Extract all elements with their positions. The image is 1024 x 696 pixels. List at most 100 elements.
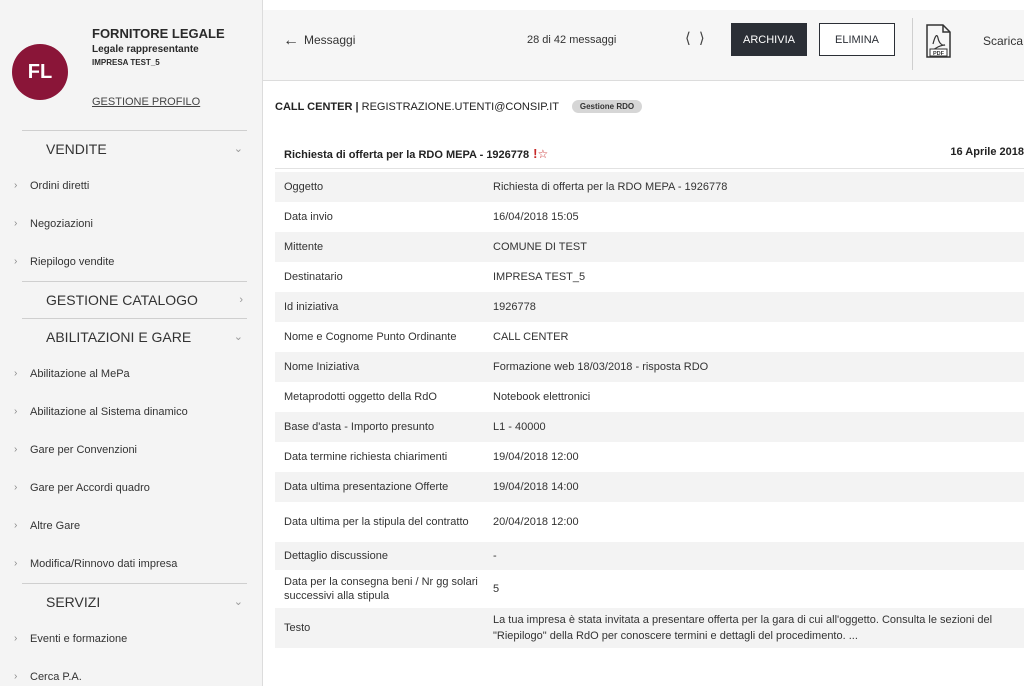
- detail-label: Dettaglio discussione: [284, 550, 388, 562]
- message-header: Richiesta di offerta per la RDO MEPA - 1…: [275, 140, 1024, 169]
- sidebar-item-negoziazioni[interactable]: › Negoziazioni: [0, 205, 262, 243]
- avatar: FL: [12, 44, 68, 100]
- chevron-right-icon: ›: [14, 482, 18, 493]
- sender-email: REGISTRAZIONE.UTENTI@CONSIP.IT: [361, 101, 559, 113]
- back-label: Messaggi: [304, 33, 356, 47]
- detail-row: Data ultima per la stipula del contratto…: [275, 502, 1024, 542]
- detail-value: 1926778: [493, 301, 536, 313]
- sidebar-item-label: Gare per Accordi quadro: [30, 482, 150, 494]
- menu-section-servizi[interactable]: SERVIZI ⌄: [22, 583, 247, 620]
- chevron-right-icon: ›: [14, 368, 18, 379]
- sidebar-item-label: Abilitazione al Sistema dinamico: [30, 406, 188, 418]
- manage-profile-link[interactable]: GESTIONE PROFILO: [92, 96, 200, 108]
- menu-section-gestione-catalogo[interactable]: GESTIONE CATALOGO ›: [22, 281, 247, 318]
- detail-value: L1 - 40000: [493, 421, 546, 433]
- detail-row: Data ultima presentazione Offerte 19/04/2…: [275, 472, 1024, 502]
- pdf-icon[interactable]: PDF: [923, 24, 953, 58]
- star-icon[interactable]: ☆: [537, 147, 548, 161]
- detail-row: Metaprodotti oggetto della RdO Notebook e…: [275, 382, 1024, 412]
- detail-value: 19/04/2018 14:00: [493, 481, 579, 493]
- detail-label: Testo: [284, 622, 311, 634]
- svg-text:PDF: PDF: [933, 51, 945, 57]
- detail-value: La tua impresa è stata invitata a presen…: [493, 614, 993, 642]
- detail-label: Data termine richiesta chiarimenti: [284, 451, 448, 463]
- sender-separator: |: [352, 101, 362, 113]
- detail-row: Data per la consegna beni / Nr gg solari…: [275, 570, 1024, 608]
- message-toolbar: ← Messaggi 28 di 42 messaggi ⟨⟩ ARCHIVIA …: [263, 10, 1024, 81]
- detail-value: 16/04/2018 15:05: [493, 211, 579, 223]
- detail-row: Mittente COMUNE DI TEST: [275, 232, 1024, 262]
- sidebar-item-label: Gare per Convenzioni: [30, 444, 138, 456]
- detail-row: Base d'asta - Importo presunto L1 - 40000: [275, 412, 1024, 442]
- detail-label: Mittente: [284, 241, 324, 253]
- sidebar-item-label: Modifica/Rinnovo dati impresa: [30, 558, 178, 570]
- sidebar-item-eventi-formazione[interactable]: › Eventi e formazione: [0, 620, 262, 658]
- archive-button[interactable]: ARCHIVIA: [731, 23, 807, 56]
- sidebar-item-riepilogo-vendite[interactable]: › Riepilogo vendite: [0, 243, 262, 281]
- sidebar-item-modifica-rinnovo[interactable]: › Modifica/Rinnovo dati impresa: [0, 545, 262, 583]
- detail-value: COMUNE DI TEST: [493, 241, 587, 253]
- message-counter: 28 di 42 messaggi: [527, 34, 617, 46]
- sidebar-item-ordini-diretti[interactable]: › Ordini diretti: [0, 167, 262, 205]
- sender-name: CALL CENTER: [275, 101, 353, 113]
- message-sender: CALL CENTER | REGISTRAZIONE.UTENTI@CONSI…: [275, 100, 643, 113]
- delete-button[interactable]: ELIMINA: [819, 23, 895, 56]
- detail-value: -: [493, 550, 497, 562]
- message-subject-wrap: Richiesta di offerta per la RDO MEPA - 1…: [284, 146, 548, 161]
- detail-row: Oggetto Richiesta di offerta per la RDO M…: [275, 172, 1024, 202]
- detail-label: Nome Iniziativa: [284, 361, 360, 373]
- back-to-messages-link[interactable]: ← Messaggi: [283, 32, 355, 50]
- category-badge: Gestione RDO: [571, 100, 643, 113]
- chevron-down-icon: ⌄: [233, 331, 243, 343]
- chevron-right-icon: ›: [14, 633, 18, 644]
- message-date: 16 Aprile 2018: [950, 146, 1024, 158]
- profile-company: IMPRESA TEST_5: [92, 58, 160, 67]
- chevron-right-icon: ›: [239, 294, 243, 306]
- sidebar-item-label: Riepilogo vendite: [30, 256, 115, 268]
- sidebar-item-abilitazione-mepa[interactable]: › Abilitazione al MePa: [0, 355, 262, 393]
- detail-value: CALL CENTER: [493, 331, 569, 343]
- sidebar-item-label: Eventi e formazione: [30, 633, 128, 645]
- sidebar-item-abilitazione-sistema-dinamico[interactable]: › Abilitazione al Sistema dinamico: [0, 393, 262, 431]
- detail-row: Testo La tua impresa è stata invitata a p…: [275, 608, 1024, 648]
- detail-label: Base d'asta - Importo presunto: [284, 421, 435, 433]
- sidebar-item-altre-gare[interactable]: › Altre Gare: [0, 507, 262, 545]
- chevron-down-icon: ⌄: [233, 596, 243, 608]
- detail-row: Data invio 16/04/2018 15:05: [275, 202, 1024, 232]
- next-message-icon[interactable]: ⟩: [699, 30, 713, 47]
- sidebar-item-label: Cerca P.A.: [30, 671, 82, 683]
- download-link[interactable]: Scarica: [983, 34, 1023, 48]
- chevron-right-icon: ›: [14, 218, 18, 229]
- previous-message-icon[interactable]: ⟨: [685, 30, 699, 47]
- detail-label: Data invio: [284, 211, 333, 223]
- detail-value: Formazione web 18/03/2018 - risposta RDO: [493, 361, 709, 373]
- sidebar-item-gare-accordi-quadro[interactable]: › Gare per Accordi quadro: [0, 469, 262, 507]
- detail-row: Id iniziativa 1926778: [275, 292, 1024, 322]
- detail-row: Data termine richiesta chiarimenti 19/04/…: [275, 442, 1024, 472]
- sidebar-item-cerca-pa[interactable]: › Cerca P.A.: [0, 658, 262, 696]
- message-subject: Richiesta di offerta per la RDO MEPA - 1…: [284, 149, 530, 161]
- chevron-right-icon: ›: [14, 256, 18, 267]
- sidebar: FL FORNITORE LEGALE Legale rappresentant…: [0, 0, 263, 686]
- sidebar-menu: VENDITE ⌄ › Ordini diretti › Negoziazioni …: [0, 130, 262, 696]
- chevron-right-icon: ›: [14, 444, 18, 455]
- detail-label: Data ultima per la stipula del contratto: [284, 516, 469, 528]
- detail-value: 5: [493, 583, 500, 595]
- detail-label: Data ultima presentazione Offerte: [284, 481, 449, 493]
- chevron-right-icon: ›: [14, 520, 18, 531]
- detail-value: 20/04/2018 12:00: [493, 516, 579, 528]
- detail-label: Data per la consegna beni / Nr gg solari…: [284, 576, 478, 602]
- profile-panel: FL FORNITORE LEGALE Legale rappresentant…: [0, 0, 262, 128]
- chevron-right-icon: ›: [14, 671, 18, 682]
- profile-role: Legale rappresentante: [92, 44, 199, 55]
- detail-label: Destinatario: [284, 271, 343, 283]
- detail-value: 19/04/2018 12:00: [493, 451, 579, 463]
- menu-section-label: VENDITE: [46, 141, 107, 157]
- sidebar-item-label: Ordini diretti: [30, 180, 90, 192]
- detail-row: Nome Iniziativa Formazione web 18/03/2018…: [275, 352, 1024, 382]
- sidebar-item-gare-convenzioni[interactable]: › Gare per Convenzioni: [0, 431, 262, 469]
- detail-value: IMPRESA TEST_5: [493, 271, 586, 283]
- menu-section-vendite[interactable]: VENDITE ⌄: [22, 130, 247, 167]
- sidebar-item-label: Negoziazioni: [30, 218, 93, 230]
- menu-section-abilitazioni[interactable]: ABILITAZIONI E GARE ⌄: [22, 318, 247, 355]
